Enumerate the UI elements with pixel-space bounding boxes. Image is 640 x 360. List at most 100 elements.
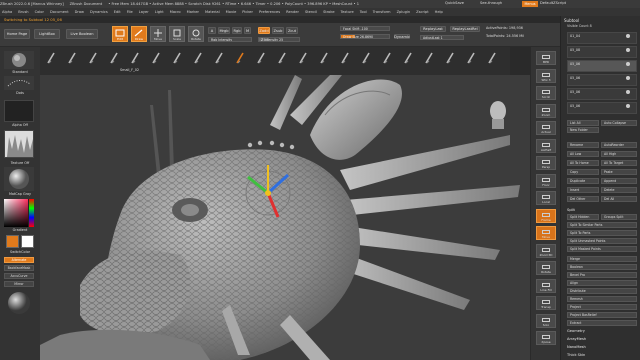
subpalette-arraymesh[interactable]: ArrayMesh: [567, 337, 586, 341]
menu-item-zscript[interactable]: Zscript: [416, 8, 428, 16]
alternate-button[interactable]: Alternate: [4, 257, 34, 263]
menu-item-help[interactable]: Help: [435, 8, 443, 16]
move-button[interactable]: Move: [150, 26, 166, 42]
shelf-transp-button[interactable]: Transp: [536, 296, 556, 310]
brush-thumbnail[interactable]: [46, 51, 56, 65]
brush-thumbnail[interactable]: [361, 51, 371, 65]
switch-color-label[interactable]: SwitchColor: [2, 250, 38, 254]
live-boolean-button[interactable]: Live Boolean: [66, 29, 98, 39]
menu-item-file[interactable]: File: [127, 8, 133, 16]
mirror-button[interactable]: Mirror: [4, 281, 34, 287]
accu-curve-button[interactable]: AccuCurve: [4, 273, 34, 279]
shelf-zoom-button[interactable]: Zoom: [536, 103, 556, 118]
material-tile[interactable]: [4, 167, 34, 191]
quicksave-button[interactable]: QuickSave: [445, 1, 464, 5]
brush-thumbnail[interactable]: [172, 51, 182, 65]
menu-item-draw[interactable]: Draw: [75, 8, 84, 16]
shelf-move-button[interactable]: Move: [536, 226, 556, 240]
zscript-label[interactable]: DefaultZScript: [540, 1, 566, 5]
shelf-bpr-button[interactable]: BPR: [536, 51, 556, 65]
menu-item-tool[interactable]: Tool: [360, 8, 367, 16]
menu-item-material[interactable]: Material: [205, 8, 220, 16]
mrgb-button[interactable]: Mrgb: [218, 27, 230, 34]
menu-item-color[interactable]: Color: [35, 8, 44, 16]
zsub-button[interactable]: Zsub: [272, 27, 284, 34]
brush-thumbnail[interactable]: [403, 51, 413, 65]
menu-item-document[interactable]: Document: [50, 8, 69, 16]
draw-size-slider[interactable]: Draw Size 26.8690: [340, 34, 390, 39]
menu-item-layer[interactable]: Layer: [139, 8, 149, 16]
shelf-persp-button[interactable]: Persp: [536, 156, 556, 170]
shelf-spix-3-button[interactable]: SPix 3: [536, 68, 556, 83]
menu-item-edit[interactable]: Edit: [114, 8, 121, 16]
scale-button[interactable]: Scale: [169, 26, 185, 42]
focal-shift-slider[interactable]: Focal Shift -100: [340, 26, 390, 31]
rotate-button[interactable]: Rotate: [188, 26, 204, 42]
adjust-last-slider[interactable]: AdjustLast 1: [420, 35, 464, 40]
menu-item-macro[interactable]: Macro: [170, 8, 181, 16]
brush-thumbnail[interactable]: [382, 51, 392, 65]
brush-thumbnail[interactable]: [466, 51, 476, 65]
menus-button[interactable]: Menus: [522, 1, 538, 7]
replay-last-rel-button[interactable]: ReplayLastRel: [450, 26, 480, 32]
shelf-aahalf-button[interactable]: AAHalf: [536, 138, 556, 153]
rgb-intensity-slider[interactable]: Rgb Intensity: [208, 37, 252, 42]
main-color-swatch[interactable]: [6, 235, 19, 248]
lightbox-button[interactable]: LightBox: [34, 29, 60, 39]
menu-item-stencil[interactable]: Stencil: [305, 8, 317, 16]
menu-item-picker[interactable]: Picker: [242, 8, 253, 16]
shelf-rotate-button[interactable]: Rotate: [536, 261, 556, 275]
shelf-scroll-button[interactable]: Scroll: [536, 86, 556, 100]
matcap-sphere[interactable]: [4, 291, 34, 315]
brush-thumbnail[interactable]: [67, 51, 77, 65]
brush-thumbnail[interactable]: [256, 51, 266, 65]
brush-thumbnail[interactable]: [487, 51, 497, 65]
shelf-actual-button[interactable]: Actual: [536, 121, 556, 135]
menu-item-dynamics[interactable]: Dynamics: [90, 8, 108, 16]
menu-item-movie[interactable]: Movie: [226, 8, 237, 16]
menu-item-brush[interactable]: Brush: [18, 8, 28, 16]
rgb-button[interactable]: Rgb: [232, 27, 242, 34]
shelf-floor-button[interactable]: Floor: [536, 173, 556, 188]
stroke-tile[interactable]: [4, 76, 34, 90]
brush-thumbnail[interactable]: [340, 51, 350, 65]
brush-thumbnail[interactable]: [130, 51, 140, 65]
brush-thumbnail[interactable]: [214, 51, 224, 65]
menu-item-texture[interactable]: Texture: [341, 8, 354, 16]
shelf-frame-button[interactable]: Frame: [536, 208, 556, 223]
dynamic-button[interactable]: Dynamic: [394, 34, 410, 39]
zcut-button[interactable]: Zcut: [286, 27, 298, 34]
menu-item-render[interactable]: Render: [286, 8, 299, 16]
shelf-solo-button[interactable]: Solo: [536, 313, 556, 328]
shelf-local-button[interactable]: Local: [536, 191, 556, 205]
brush-thumbnail[interactable]: [445, 51, 455, 65]
subpalette-thick-skin[interactable]: Thick Skin: [567, 353, 585, 357]
alpha-tile[interactable]: [4, 100, 34, 122]
menu-item-alpha[interactable]: Alpha: [2, 8, 12, 16]
brush-thumbnail[interactable]: [277, 51, 287, 65]
subpalette-nanomesh[interactable]: NanoMesh: [567, 345, 586, 349]
texture-tile[interactable]: [4, 130, 34, 158]
brush-thumbnail[interactable]: [298, 51, 308, 65]
draw-button[interactable]: Draw: [131, 26, 147, 42]
shelf-zoom3d-button[interactable]: Zoom3D: [536, 243, 556, 258]
menu-item-stroke[interactable]: Stroke: [323, 8, 334, 16]
menu-item-transform[interactable]: Transform: [373, 8, 391, 16]
shelf-line-fill-button[interactable]: Line Fill: [536, 278, 556, 293]
brush-thumbnail[interactable]: [151, 51, 161, 65]
orientation-head-icon[interactable]: [490, 101, 506, 129]
brush-thumbnail[interactable]: [319, 51, 329, 65]
z-intensity-slider[interactable]: Z Intensity 25: [258, 37, 300, 42]
backface-mask-button[interactable]: BackfaceMask: [4, 265, 34, 271]
replay-last-button[interactable]: ReplayLast: [420, 26, 446, 32]
color-picker[interactable]: [4, 199, 34, 227]
zadd-button[interactable]: Zadd: [258, 27, 270, 34]
standard-brush-tile[interactable]: [4, 51, 34, 69]
secondary-color-swatch[interactable]: [21, 235, 34, 248]
brush-thumbnail[interactable]: [235, 51, 245, 65]
brush-thumbnail[interactable]: [193, 51, 203, 65]
see-through-slider[interactable]: See-through: [480, 1, 502, 5]
brush-thumbnail[interactable]: [109, 51, 119, 65]
brush-thumbnail[interactable]: [88, 51, 98, 65]
menu-item-marker[interactable]: Marker: [187, 8, 199, 16]
